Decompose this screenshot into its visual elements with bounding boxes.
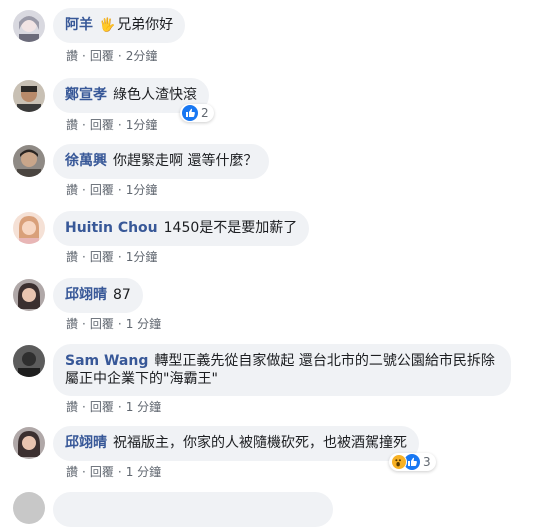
comment-text: 87 <box>113 287 131 303</box>
like-link[interactable]: 讚 <box>66 183 78 197</box>
comment-author[interactable]: 阿羊 <box>65 17 93 33</box>
comment-actions: 讚 · 回覆 · 1 分鐘 <box>66 465 162 479</box>
comment-actions: 讚 · 回覆 · 1分鐘 <box>66 183 158 197</box>
comment-text: 1450是不是要加薪了 <box>163 220 298 236</box>
reply-link[interactable]: 回覆 <box>90 183 114 197</box>
reaction-count: 2 <box>201 106 209 120</box>
comment-actions: 讚 · 回覆 · 1分鐘 <box>66 250 158 264</box>
reaction-count: 3 <box>423 455 431 469</box>
avatar[interactable] <box>13 279 45 311</box>
reply-link[interactable]: 回覆 <box>90 400 114 414</box>
timestamp[interactable]: 1分鐘 <box>126 250 158 264</box>
timestamp[interactable]: 1 分鐘 <box>126 317 161 331</box>
comment-bubble: 邱翊晴 87 <box>53 278 143 313</box>
comment-author[interactable]: 邱翊晴 <box>65 287 107 303</box>
timestamp[interactable]: 2分鐘 <box>126 49 158 63</box>
reply-link[interactable]: 回覆 <box>90 317 114 331</box>
comment-item-partial <box>0 492 544 527</box>
comment-author[interactable]: Sam Wang <box>65 353 148 369</box>
timestamp[interactable]: 1 分鐘 <box>126 400 161 414</box>
reaction-badge[interactable]: 3 <box>389 453 436 471</box>
timestamp[interactable]: 1分鐘 <box>126 118 158 132</box>
timestamp[interactable]: 1分鐘 <box>126 183 158 197</box>
avatar[interactable] <box>13 80 45 112</box>
comment-actions: 讚 · 回覆 · 1分鐘 <box>66 118 158 132</box>
avatar[interactable] <box>13 145 45 177</box>
hand-emoji: 🖐 <box>99 18 116 33</box>
reply-link[interactable]: 回覆 <box>90 49 114 63</box>
like-link[interactable]: 讚 <box>66 400 78 414</box>
like-link[interactable]: 讚 <box>66 465 78 479</box>
comment-bubble <box>53 492 333 527</box>
like-link[interactable]: 讚 <box>66 317 78 331</box>
comment-actions: 讚 · 回覆 · 2分鐘 <box>66 49 158 63</box>
comment-author[interactable]: Huitin Chou <box>65 220 158 236</box>
comment-actions: 讚 · 回覆 · 1 分鐘 <box>66 400 162 414</box>
avatar[interactable] <box>13 345 45 377</box>
like-link[interactable]: 讚 <box>66 49 78 63</box>
like-icon <box>182 105 198 121</box>
comment-bubble: 邱翊晴 祝福版主，你家的人被隨機砍死，也被酒駕撞死 <box>53 426 419 461</box>
reply-link[interactable]: 回覆 <box>90 250 114 264</box>
comment-author[interactable]: 徐萬興 <box>65 153 107 169</box>
avatar[interactable] <box>13 10 45 42</box>
comment-bubble: Huitin Chou 1450是不是要加薪了 <box>53 211 310 246</box>
reply-link[interactable]: 回覆 <box>90 465 114 479</box>
avatar[interactable] <box>13 212 45 244</box>
comment-bubble: 阿羊 🖐 兄弟你好 <box>53 8 186 43</box>
wow-icon <box>391 454 407 470</box>
comment-text: 你趕緊走啊 還等什麼？ <box>113 153 258 169</box>
comment-text: 綠色人渣快滾 <box>113 87 197 103</box>
avatar[interactable] <box>13 427 45 459</box>
comment-author[interactable]: 邱翊晴 <box>65 435 107 451</box>
comment-bubble: 徐萬興 你趕緊走啊 還等什麼？ <box>53 144 270 179</box>
like-link[interactable]: 讚 <box>66 250 78 264</box>
comment-author[interactable]: 鄭宣孝 <box>65 87 107 103</box>
reaction-badge[interactable]: 2 <box>180 104 214 122</box>
reply-link[interactable]: 回覆 <box>90 118 114 132</box>
comment-text: 祝福版主，你家的人被隨機砍死，也被酒駕撞死 <box>113 435 407 451</box>
comment-actions: 讚 · 回覆 · 1 分鐘 <box>66 317 162 331</box>
like-link[interactable]: 讚 <box>66 118 78 132</box>
comment-text: 兄弟你好 <box>117 17 174 33</box>
comment-bubble: Sam Wang 轉型正義先從自家做起 還台北市的二號公園給市民拆除屬正中企業下的… <box>53 344 511 396</box>
timestamp[interactable]: 1 分鐘 <box>126 465 161 479</box>
